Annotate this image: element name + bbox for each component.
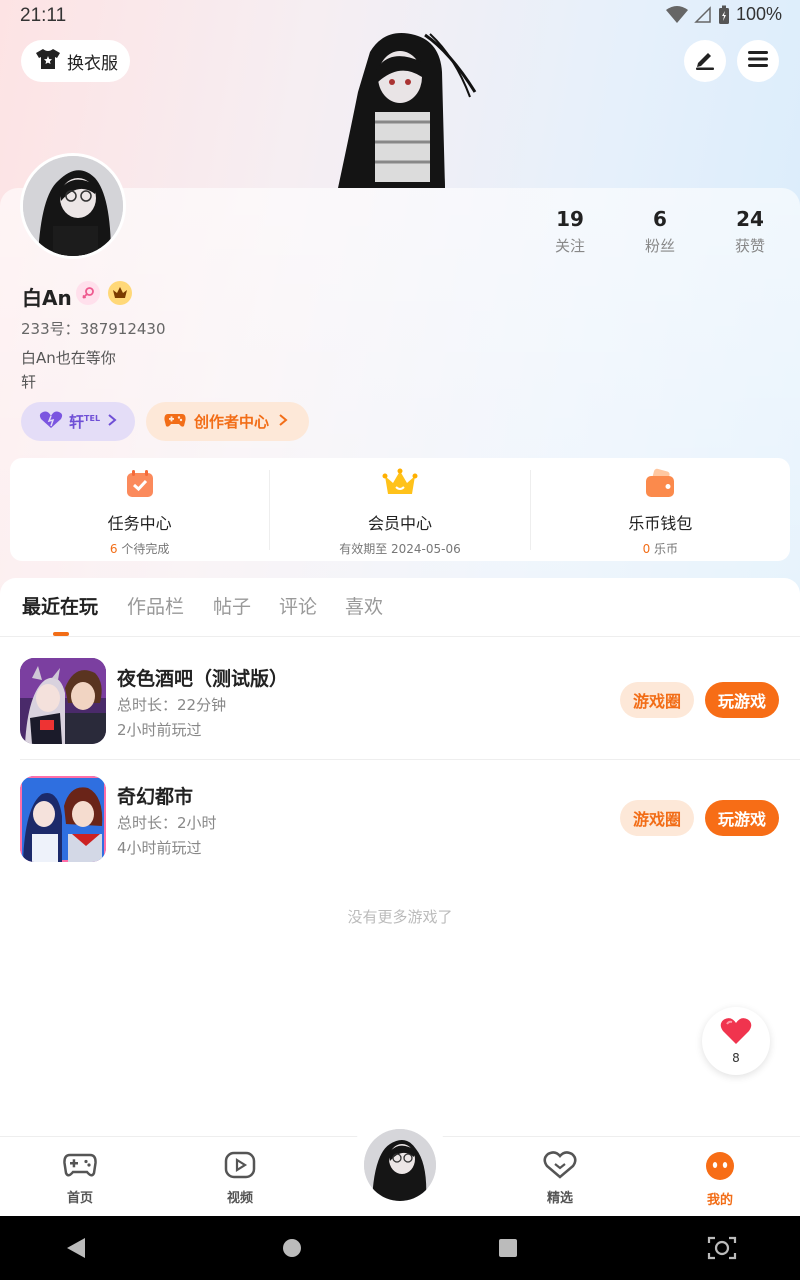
system-nav-bar xyxy=(0,1216,800,1280)
tab-comments[interactable]: 评论 xyxy=(279,592,317,619)
vip-pill-button[interactable]: 轩TEL xyxy=(21,402,135,441)
game-circle-button[interactable]: 游戏圈 xyxy=(620,682,694,718)
tab-posts[interactable]: 帖子 xyxy=(213,592,251,619)
stat-followers[interactable]: 6 粉丝 xyxy=(620,207,700,256)
play-game-button[interactable]: 玩游戏 xyxy=(705,682,779,718)
battery-icon xyxy=(718,5,730,25)
nav-featured[interactable]: 精选 xyxy=(520,1151,600,1206)
game-name: 奇幻都市 xyxy=(117,786,194,808)
game-icon[interactable] xyxy=(20,658,106,744)
stat-following[interactable]: 19 关注 xyxy=(530,207,610,256)
stat-likes[interactable]: 24 获赞 xyxy=(710,207,790,256)
game-last-played: 2小时前玩过 xyxy=(117,721,202,739)
heart-chat-icon xyxy=(543,1151,577,1183)
avatar-3d-figure[interactable] xyxy=(330,32,480,188)
edit-icon xyxy=(694,48,716,74)
edit-profile-button[interactable] xyxy=(684,40,726,82)
status-bar: 21:11 100% xyxy=(0,0,800,32)
game-last-played: 4小时前玩过 xyxy=(117,839,202,857)
change-outfit-label: 换衣服 xyxy=(67,53,118,74)
change-outfit-button[interactable]: 换衣服 xyxy=(21,40,130,82)
member-center[interactable]: 会员中心 有效期至 2024-05-06 xyxy=(270,458,529,561)
game-duration: 总时长：22分钟 xyxy=(117,696,227,714)
signal-icon xyxy=(694,5,712,24)
like-count: 8 xyxy=(732,1051,740,1065)
nav-video[interactable]: 视频 xyxy=(200,1151,280,1206)
wifi-icon xyxy=(665,5,688,24)
member-center-subtitle: 有效期至 2024-05-06 xyxy=(339,542,461,556)
member-center-title: 会员中心 xyxy=(367,514,432,533)
task-center[interactable]: 任务中心 6 个待完成 xyxy=(10,458,269,561)
game-icon[interactable] xyxy=(20,776,106,862)
profile-avatar[interactable] xyxy=(20,153,126,259)
vip-pill-label: 轩TEL xyxy=(69,413,101,431)
home-icon[interactable] xyxy=(281,1236,303,1264)
recents-icon[interactable] xyxy=(497,1236,519,1264)
crown-icon xyxy=(382,468,418,504)
stat-likes-count: 24 xyxy=(736,207,764,231)
task-center-subtitle: 6 个待完成 xyxy=(109,542,170,556)
crown-badge-icon xyxy=(108,281,132,305)
nav-home[interactable]: 首页 xyxy=(40,1151,120,1206)
creator-center-button[interactable]: 创作者中心 xyxy=(146,402,309,441)
nav-featured-label: 精选 xyxy=(546,1191,573,1206)
nav-center-avatar[interactable] xyxy=(361,1126,439,1204)
play-icon xyxy=(224,1151,256,1183)
coin-wallet-title: 乐币钱包 xyxy=(628,514,693,533)
chevron-right-icon xyxy=(106,413,118,431)
game-row[interactable]: 奇幻都市 总时长：2小时 4小时前玩过 游戏圈 玩游戏 xyxy=(0,760,800,878)
nav-mine[interactable]: 我的 xyxy=(680,1151,760,1208)
game-duration: 总时长：2小时 xyxy=(117,814,217,832)
task-center-title: 任务中心 xyxy=(107,514,172,533)
heart-icon xyxy=(720,1017,752,1049)
status-time: 21:11 xyxy=(20,5,67,26)
divider xyxy=(0,636,800,637)
stat-followers-count: 6 xyxy=(653,207,667,231)
service-card: 任务中心 6 个待完成 会员中心 有效期至 2024-05-06 乐币钱包 0 … xyxy=(10,458,790,561)
game-row[interactable]: 夜色酒吧（测试版） 总时长：22分钟 2小时前玩过 游戏圈 玩游戏 xyxy=(0,642,800,760)
gamepad-icon xyxy=(63,1151,97,1183)
tab-recently-played[interactable]: 最近在玩 xyxy=(22,592,98,619)
game-name: 夜色酒吧（测试版） xyxy=(117,668,289,690)
game-circle-button[interactable]: 游戏圈 xyxy=(620,800,694,836)
gamepad-icon xyxy=(164,411,186,433)
menu-button[interactable] xyxy=(737,40,779,82)
tab-works[interactable]: 作品栏 xyxy=(127,592,184,619)
username: 白An xyxy=(22,286,72,310)
coin-wallet-subtitle: 0 乐币 xyxy=(642,542,679,556)
creator-center-label: 创作者中心 xyxy=(194,413,270,431)
nav-video-label: 视频 xyxy=(226,1191,253,1206)
nav-home-label: 首页 xyxy=(66,1191,93,1206)
tshirt-icon xyxy=(35,48,61,75)
like-float-button[interactable]: 8 xyxy=(702,1007,770,1075)
status-icons: 100% xyxy=(665,4,782,25)
female-icon xyxy=(76,281,100,305)
play-game-button[interactable]: 玩游戏 xyxy=(705,800,779,836)
stat-following-count: 19 xyxy=(556,207,584,231)
coin-wallet[interactable]: 乐币钱包 0 乐币 xyxy=(531,458,790,561)
back-icon[interactable] xyxy=(65,1236,87,1264)
screenshot-icon[interactable] xyxy=(707,1236,737,1264)
face-icon xyxy=(704,1151,736,1185)
calendar-check-icon xyxy=(124,468,156,504)
tab-likes[interactable]: 喜欢 xyxy=(345,592,383,619)
bio-line-2: 轩 xyxy=(21,373,37,391)
nav-mine-label: 我的 xyxy=(706,1193,733,1208)
menu-icon xyxy=(747,49,769,73)
battery-percent: 100% xyxy=(735,4,782,24)
bio-line-1: 白An也在等你 xyxy=(21,349,116,367)
no-more-games-text: 没有更多游戏了 xyxy=(347,908,453,926)
heart-icon xyxy=(39,411,63,433)
stat-following-label: 关注 xyxy=(554,237,585,255)
wallet-icon xyxy=(643,468,677,504)
stat-followers-label: 粉丝 xyxy=(644,237,675,255)
chevron-right-icon xyxy=(277,413,289,431)
user-id: 233号：387912430 xyxy=(21,320,166,338)
stat-likes-label: 获赞 xyxy=(734,237,765,255)
